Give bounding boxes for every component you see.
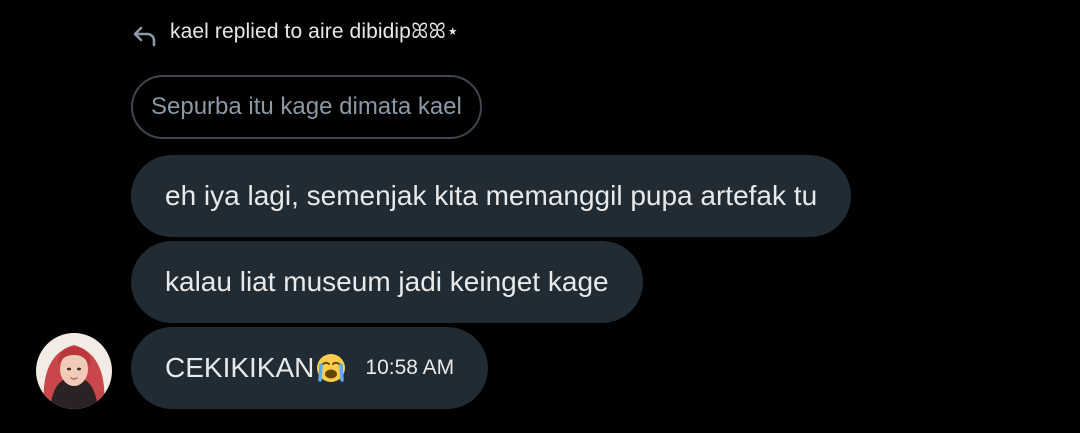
message-bubble[interactable]: kalau liat museum jadi keinget kage [131, 241, 643, 323]
message-bubble[interactable]: CEKIKIKAN 10:58 AM [131, 327, 489, 409]
message-timestamp: 10:58 AM [365, 356, 455, 379]
quoted-message[interactable]: Sepurba itu kage dimata kael [131, 75, 482, 139]
loudly-crying-face-icon [315, 352, 347, 384]
message-text: kalau liat museum jadi keinget kage [165, 266, 609, 297]
reply-header: kael replied to aire dibidipꕤꕤ⋆ [130, 14, 459, 48]
reply-header-text: kael replied to aire dibidipꕤꕤ⋆ [170, 19, 460, 43]
quoted-message-text: Sepurba itu kage dimata kael [151, 93, 462, 120]
message-text: eh iya lagi, semenjak kita memanggil pup… [165, 180, 818, 211]
avatar[interactable] [36, 333, 112, 409]
message-bubble[interactable]: eh iya lagi, semenjak kita memanggil pup… [131, 155, 852, 237]
reply-arrow-icon [130, 21, 160, 51]
message-text: CEKIKIKAN [165, 352, 315, 383]
